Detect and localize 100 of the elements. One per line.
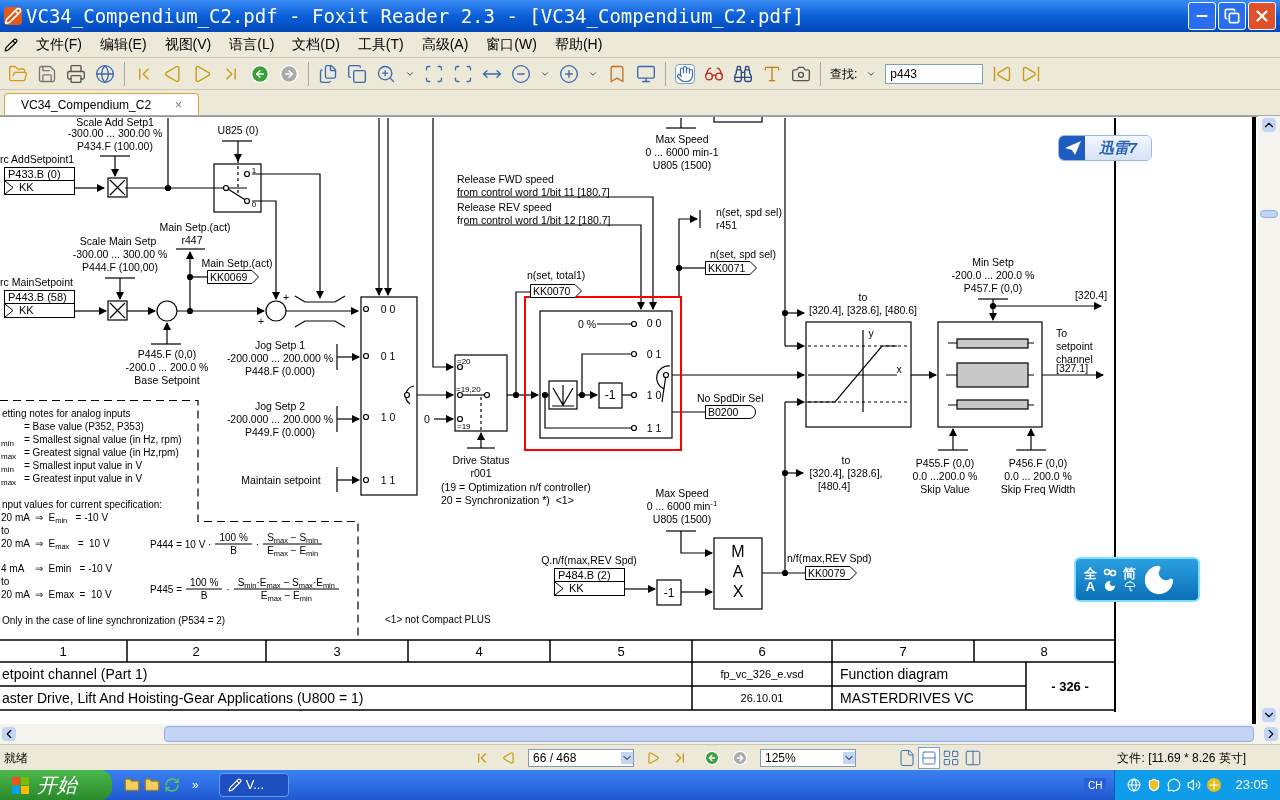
diagram-label: To — [1056, 327, 1068, 339]
diagram-label: =19,20 — [456, 386, 481, 394]
table-cell: 3 — [333, 644, 341, 658]
parameter-field: P484.B (2) — [554, 568, 625, 582]
diagram-label: -300.00 ... 300.00 % — [72, 248, 168, 260]
language-indicator[interactable]: CH — [1084, 777, 1107, 793]
diagram-label: -200.0 ... 200.0 % — [951, 269, 1035, 281]
menu-item[interactable]: 语言(L) — [229, 34, 275, 55]
table-cell: fp_vc_326_e.vsd — [720, 668, 804, 680]
close-tab-icon[interactable]: × — [175, 95, 183, 114]
diagram-label: P445.F (0,0) — [137, 348, 197, 360]
diagram-label: Base Setpoint — [134, 374, 200, 386]
menu-item[interactable]: 文件(F) — [36, 34, 82, 55]
diagram-label: n(set, spd sel) — [716, 206, 782, 218]
diagram-label: to — [841, 454, 851, 466]
diagram-label: 1 — [251, 167, 257, 175]
diagram-label: =19 — [457, 423, 471, 431]
menu-item[interactable]: 工具(T) — [357, 34, 404, 55]
ime-label[interactable]: 全 — [1084, 566, 1097, 580]
ime-toolbar[interactable]: 全 A 简 — [1074, 557, 1200, 602]
diagram-label: 20 mA ⇒ E$_{max}$ = 10 V — [1, 539, 110, 549]
diagram-label: Max Speed — [655, 487, 709, 499]
diagram-label: 0 0 — [646, 317, 662, 329]
table-cell: - 326 - — [1051, 679, 1089, 693]
table-cell: MASTERDRIVES VC — [840, 691, 974, 705]
diagram-label: to — [1, 577, 10, 587]
table-cell: 5 — [617, 644, 625, 658]
diagram-label: r447 — [181, 234, 203, 246]
diagram-label: 0 1 — [380, 350, 396, 362]
diagram-label: max — [1, 479, 17, 487]
diagram-label: 0 0 — [380, 303, 396, 315]
diagram-label: r451 — [716, 219, 737, 231]
page-number-field[interactable]: 66 / 468 — [528, 748, 634, 767]
diagram-label: P448.F (0.000) — [245, 365, 315, 377]
connector-field: KK — [4, 304, 75, 318]
diagram-label: Only in the case of line synchronization (P534 = 2) — [2, 616, 226, 626]
more-icon[interactable]: » — [192, 776, 199, 794]
diagram-label: Max Speed — [655, 133, 709, 145]
menu-item[interactable]: 高级(A) — [421, 34, 469, 55]
diagram-label: -1 — [663, 587, 675, 599]
search-field[interactable]: p443 — [885, 63, 984, 84]
diagram-label: Drive Status — [452, 454, 510, 466]
zoom-field[interactable]: 125% — [760, 748, 856, 767]
diagram-label: to — [1, 526, 10, 536]
diagram-label: 0 — [424, 413, 430, 425]
table-cell: Function diagram — [840, 667, 949, 681]
ime-label[interactable]: 简 — [1123, 567, 1136, 580]
diagram-label: to — [858, 291, 868, 303]
table-cell: aster Drive, Lift And Hoisting-Gear Applications (U800 = 1) — [2, 691, 364, 705]
diagram-label: 0 — [251, 201, 257, 209]
connector-tag: KK0079 — [805, 566, 857, 580]
diagram-label: P455.F (0,0) — [915, 457, 975, 469]
diagram-label: [480.4] — [817, 480, 851, 492]
diagram-label: Release REV speed — [457, 201, 552, 213]
diagram-label: channel — [1056, 353, 1093, 365]
diagram-label: U805 (1500) — [652, 159, 712, 171]
taskbar-button[interactable]: V... — [218, 773, 289, 797]
diagram-label: 0 ... 6000 min$^{-1}$ — [646, 500, 718, 512]
menu-item[interactable]: 视图(V) — [164, 34, 212, 55]
diagram-label: P444.F (100,00) — [82, 261, 158, 273]
diagram-label: [320.4] — [1074, 289, 1108, 301]
ime-label[interactable]: A — [1085, 579, 1096, 593]
diagram-label: -300.00 ... 300.00 % — [67, 127, 163, 139]
connector-tag: KK0069 — [207, 270, 259, 284]
window-title: VC34_Compendium_C2.pdf - Foxit Reader 2.3 - [VC34_Compendium_C2.pdf] — [26, 3, 804, 30]
menu-item[interactable]: 帮助(H) — [554, 34, 603, 55]
table-cell: 26.10.01 — [740, 692, 784, 704]
table-cell: 1 — [59, 644, 67, 658]
diagram-label: [320.4], [328.6], [480.6] — [809, 304, 917, 316]
diagram-label: Maintain setpoint — [241, 474, 321, 486]
diagram-label: M — [731, 544, 745, 560]
connector-field: KK — [4, 181, 75, 195]
table-cell: 2 — [192, 644, 200, 658]
parameter-field: P433.B (0) — [4, 167, 75, 181]
table-cell: 6 — [758, 644, 766, 658]
document-tab[interactable]: VC34_Compendium_C2 × — [4, 93, 200, 115]
parameter-field: P443.B (58) — [4, 290, 75, 304]
diagram-label: max — [1, 453, 17, 461]
diagram-label: No SpdDir Sel — [697, 392, 764, 404]
diagram-label: n/f(max,REV Spd) — [787, 552, 872, 564]
menu-item[interactable]: 窗口(W) — [486, 34, 537, 55]
diagram-label: 20 mA ⇒ Emax = 10 V — [1, 590, 112, 600]
diagram-label: <1> not Compact PLUS — [385, 615, 491, 625]
menu-item[interactable]: 编辑(E) — [99, 34, 147, 55]
diagram-label: Min Setp — [972, 256, 1014, 268]
diagram-label: 0.0 ... 200.0 % — [1004, 470, 1072, 482]
diagram-label: rc MainSetpoint — [0, 276, 73, 288]
diagram-label: r001 — [470, 467, 492, 479]
search-label: 查找: — [830, 65, 858, 83]
diagram-label: 20 mA ⇒ E$_{min}$ = -10 V — [1, 513, 109, 523]
diagram-label: 1 0 — [380, 411, 396, 423]
diagram-label: -1 — [604, 389, 616, 401]
diagram-label: from control word 1/bit 12 [180.7] — [457, 214, 611, 226]
download-badge[interactable]: 迅雷7 — [1058, 135, 1152, 161]
connector-tag: KK0071 — [705, 261, 757, 275]
diagram-label: Skip Freq Width — [1000, 483, 1076, 495]
menu-item[interactable]: 文档(D) — [292, 34, 340, 55]
table-cell: 4 — [475, 644, 483, 658]
diagram-label: Skip Value — [920, 483, 970, 495]
diagram-label: P457.F (0,0) — [963, 282, 1023, 294]
